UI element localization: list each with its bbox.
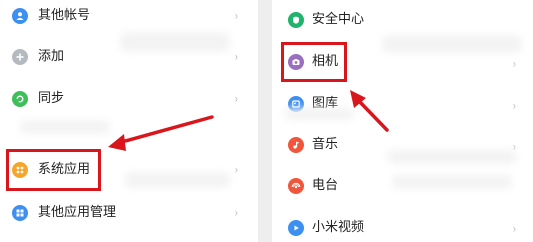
annotation-arrows: [108, 90, 389, 151]
arrow-left-annotation: [108, 115, 214, 151]
arrow-right-annotation: [350, 90, 389, 132]
